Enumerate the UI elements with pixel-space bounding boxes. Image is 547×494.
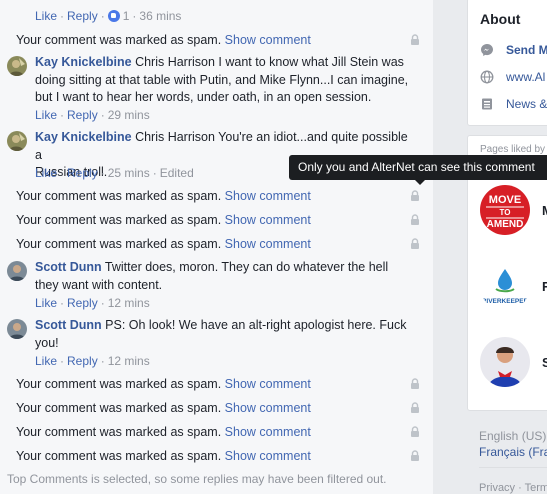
spam-notice: Your comment was marked as spam. Show co… — [16, 211, 421, 229]
reply-link[interactable]: Reply — [67, 108, 98, 122]
lock-icon[interactable] — [409, 378, 421, 390]
comment-author[interactable]: Kay Knickelbine — [35, 130, 132, 144]
show-comment-link[interactable]: Show comment — [225, 33, 311, 47]
show-comment-link[interactable]: Show comment — [225, 401, 311, 415]
timestamp[interactable]: 29 mins — [108, 108, 150, 122]
show-comment-link[interactable]: Show comment — [225, 425, 311, 439]
about-send-message[interactable]: Send M — [480, 43, 547, 61]
avatar[interactable] — [7, 261, 27, 281]
lock-icon[interactable] — [409, 214, 421, 226]
like-link[interactable]: Like — [35, 166, 57, 180]
tooltip-arrow — [415, 180, 425, 185]
globe-icon — [480, 70, 494, 84]
timestamp[interactable]: 12 mins — [108, 296, 150, 310]
reply-link[interactable]: Reply — [67, 166, 98, 180]
about-website[interactable]: www.Al — [480, 70, 545, 88]
show-comment-link[interactable]: Show comment — [225, 449, 311, 463]
avatar[interactable] — [7, 131, 27, 151]
liked-page-item[interactable]: RIVERKEEPER R — [480, 261, 547, 315]
spam-notice: Your comment was marked as spam. Show co… — [16, 31, 421, 49]
lock-icon[interactable] — [409, 190, 421, 202]
messenger-icon — [481, 44, 493, 56]
page-name[interactable]: R — [542, 279, 547, 294]
like-link[interactable]: Like — [35, 9, 57, 23]
comment-actions: Like · Reply · 12 mins — [35, 354, 150, 368]
divider — [479, 467, 547, 468]
spam-notice-text: Your comment was marked as spam. — [16, 33, 222, 47]
lock-icon[interactable] — [409, 426, 421, 438]
spam-notice: Your comment was marked as spam. Show co… — [16, 187, 421, 205]
comment: Kay Knickelbine Chris Harrison I want to… — [7, 54, 412, 107]
like-link[interactable]: Like — [35, 354, 57, 368]
reply-link[interactable]: Reply — [67, 354, 98, 368]
lock-icon[interactable] — [409, 34, 421, 46]
show-comment-link[interactable]: Show comment — [225, 189, 311, 203]
page-thumbnail[interactable] — [480, 337, 530, 387]
comment-author[interactable]: Scott Dunn — [35, 260, 102, 274]
page-name[interactable]: S — [542, 355, 547, 370]
comment: Scott Dunn Twitter does, moron. They can… — [7, 259, 412, 294]
spam-notice-text: Your comment was marked as spam. — [16, 237, 222, 251]
spam-notice-text: Your comment was marked as spam. — [16, 189, 222, 203]
liked-page-item[interactable]: S — [480, 337, 547, 391]
comments-panel: Like · Reply · 1 · 36 mins Your comment was ma… — [0, 0, 433, 494]
privacy-terms-links[interactable]: Privacy · Terms — [479, 482, 547, 494]
comment-actions: Like · Reply · 12 mins — [35, 296, 150, 310]
pages-liked-heading: Pages liked by — [480, 144, 546, 155]
tooltip: Only you and AlterNet can see this comme… — [289, 155, 547, 180]
comment-body: Kay Knickelbine Chris Harrison I want to… — [35, 55, 409, 104]
lock-icon[interactable] — [409, 402, 421, 414]
spam-notice: Your comment was marked as spam. Show co… — [16, 375, 421, 393]
show-comment-link[interactable]: Show comment — [225, 237, 311, 251]
about-heading: About — [480, 11, 521, 27]
spam-notice-text: Your comment was marked as spam. — [16, 213, 222, 227]
language-alt-link[interactable]: Français (Fra — [479, 445, 547, 459]
page-thumbnail[interactable]: RIVERKEEPER — [480, 261, 530, 311]
show-comment-link[interactable]: Show comment — [225, 213, 311, 227]
page-name[interactable]: M — [542, 203, 547, 218]
svg-text:RIVERKEEPER: RIVERKEEPER — [482, 298, 529, 305]
spam-notice-text: Your comment was marked as spam. — [16, 449, 222, 463]
spam-notice: Your comment was marked as spam. Show co… — [16, 235, 421, 253]
comment-body: Scott Dunn PS: Oh look! We have an alt-r… — [35, 318, 407, 350]
show-comment-link[interactable]: Show comment — [225, 377, 311, 391]
comment-author[interactable]: Scott Dunn — [35, 318, 102, 332]
spam-notice: Your comment was marked as spam. Show co… — [16, 447, 421, 465]
like-reaction-icon[interactable] — [107, 10, 120, 22]
spam-notice-text: Your comment was marked as spam. — [16, 377, 222, 391]
edited-label[interactable]: Edited — [160, 166, 194, 180]
lock-icon[interactable] — [409, 238, 421, 250]
news-icon — [482, 98, 492, 110]
like-link[interactable]: Like — [35, 108, 57, 122]
timestamp[interactable]: 12 mins — [108, 354, 150, 368]
avatar[interactable] — [7, 319, 27, 339]
comment: Scott Dunn PS: Oh look! We have an alt-r… — [7, 317, 412, 352]
liked-page-item[interactable]: MOVE TO AMEND M — [480, 185, 547, 239]
language-current: English (US) — [479, 429, 547, 443]
page-thumbnail[interactable]: MOVE TO AMEND — [480, 185, 530, 235]
about-category[interactable]: News & — [480, 97, 547, 115]
comment-actions: Like · Reply · 25 mins · Edited — [35, 166, 194, 180]
reply-link[interactable]: Reply — [67, 296, 98, 310]
timestamp[interactable]: 36 mins — [139, 9, 181, 23]
comment-actions: Like · Reply · 1 · 36 mins — [35, 9, 182, 23]
lock-icon[interactable] — [409, 450, 421, 462]
svg-text:TO: TO — [500, 208, 511, 217]
comment-author[interactable]: Kay Knickelbine — [35, 55, 132, 69]
spam-notice: Your comment was marked as spam. Show co… — [16, 399, 421, 417]
spam-notice-text: Your comment was marked as spam. — [16, 425, 222, 439]
timestamp[interactable]: 25 mins — [108, 166, 150, 180]
comment-actions: Like · Reply · 29 mins — [35, 108, 150, 122]
about-card: About Send M www.Al News & — [467, 0, 547, 126]
spam-notice: Your comment was marked as spam. Show co… — [16, 423, 421, 441]
svg-text:MOVE: MOVE — [489, 194, 521, 206]
avatar[interactable] — [7, 56, 27, 76]
spam-notice-text: Your comment was marked as spam. — [16, 401, 222, 415]
reply-link[interactable]: Reply — [67, 9, 98, 23]
like-link[interactable]: Like — [35, 296, 57, 310]
filter-notice: Top Comments is selected, so some replie… — [7, 472, 387, 486]
comment-body: Scott Dunn Twitter does, moron. They can… — [35, 260, 389, 292]
svg-text:AMEND: AMEND — [487, 219, 524, 230]
